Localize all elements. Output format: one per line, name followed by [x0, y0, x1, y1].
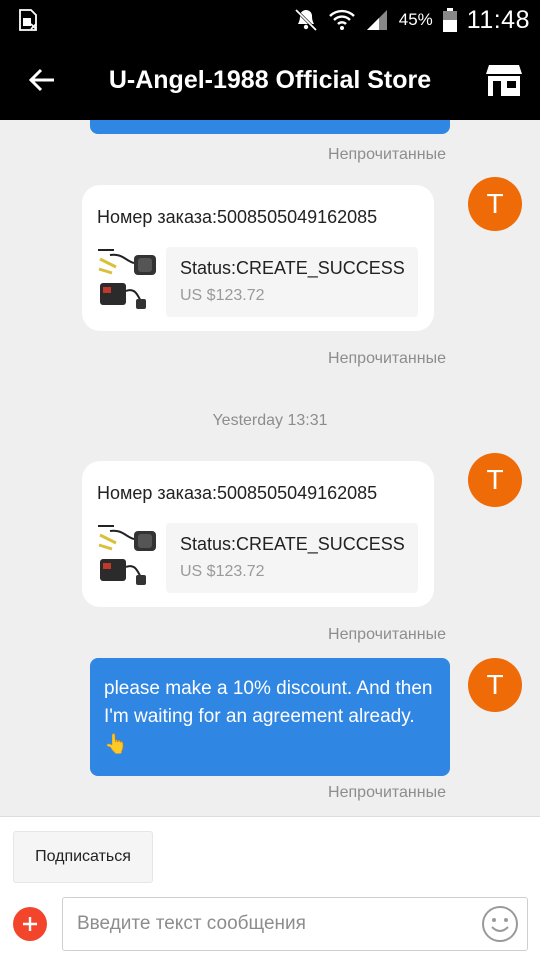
avatar[interactable]: T: [468, 453, 522, 507]
unread-label: Непрочитанные: [328, 146, 446, 163]
order-price: US $123.72: [180, 287, 265, 304]
order-card[interactable]: Номер заказа:5008505049162085 Status:CRE…: [82, 461, 434, 607]
unread-label: Непрочитанные: [328, 784, 446, 801]
battery-icon: [442, 8, 457, 32]
signal-icon: [366, 10, 387, 30]
store-button[interactable]: [484, 60, 524, 100]
status-bar: 45% 11:48: [0, 0, 540, 40]
smiley-icon[interactable]: [481, 905, 519, 943]
store-icon: [486, 65, 522, 96]
sim-card-icon: [19, 9, 37, 31]
clock: 11:48: [466, 5, 530, 34]
order-number: Номер заказа:5008505049162085: [97, 483, 378, 503]
order-price: US $123.72: [180, 563, 265, 580]
back-button[interactable]: [22, 60, 62, 100]
chat-area[interactable]: Непрочитанные T Номер заказа:50085050491…: [0, 120, 540, 816]
order-card[interactable]: Номер заказа:5008505049162085 Status:CRE…: [82, 185, 434, 331]
order-number: Номер заказа:5008505049162085: [97, 207, 378, 227]
message-input[interactable]: [63, 898, 473, 950]
unread-label: Непрочитанные: [328, 626, 446, 643]
product-image: [96, 523, 166, 593]
unread-label: Непрочитанные: [328, 350, 446, 367]
plus-icon: [23, 917, 37, 931]
product-info: Status:CREATE_SUCCESS US $123.72: [166, 247, 418, 317]
message-text: please make a 10% discount. And then I'm…: [104, 678, 433, 727]
message-bubble[interactable]: please make a 10% discount. And then I'm…: [90, 658, 450, 776]
back-arrow-icon: [28, 68, 54, 92]
mute-icon: [294, 8, 317, 32]
order-status: Status:CREATE_SUCCESS: [180, 258, 405, 278]
wifi-icon: [328, 9, 355, 30]
message-bubble-partial: [90, 120, 450, 134]
composer: Подписаться: [0, 816, 540, 960]
product-item[interactable]: Status:CREATE_SUCCESS US $123.72: [96, 247, 418, 317]
message-input-box[interactable]: [62, 897, 528, 951]
page-title: U-Angel-1988 Official Store: [108, 66, 432, 94]
subscribe-button[interactable]: Подписаться: [13, 831, 153, 883]
avatar[interactable]: T: [468, 658, 522, 712]
product-info: Status:CREATE_SUCCESS US $123.72: [166, 523, 418, 593]
avatar[interactable]: T: [468, 177, 522, 231]
timestamp: Yesterday 13:31: [212, 412, 328, 429]
product-item[interactable]: Status:CREATE_SUCCESS US $123.72: [96, 523, 418, 593]
pointing-up-emoji: 👆: [104, 734, 128, 755]
attach-button[interactable]: [13, 907, 47, 941]
order-status: Status:CREATE_SUCCESS: [180, 534, 405, 554]
app-bar: U-Angel-1988 Official Store: [0, 40, 540, 120]
product-image: [96, 247, 166, 317]
battery-percent: 45%: [398, 10, 433, 29]
